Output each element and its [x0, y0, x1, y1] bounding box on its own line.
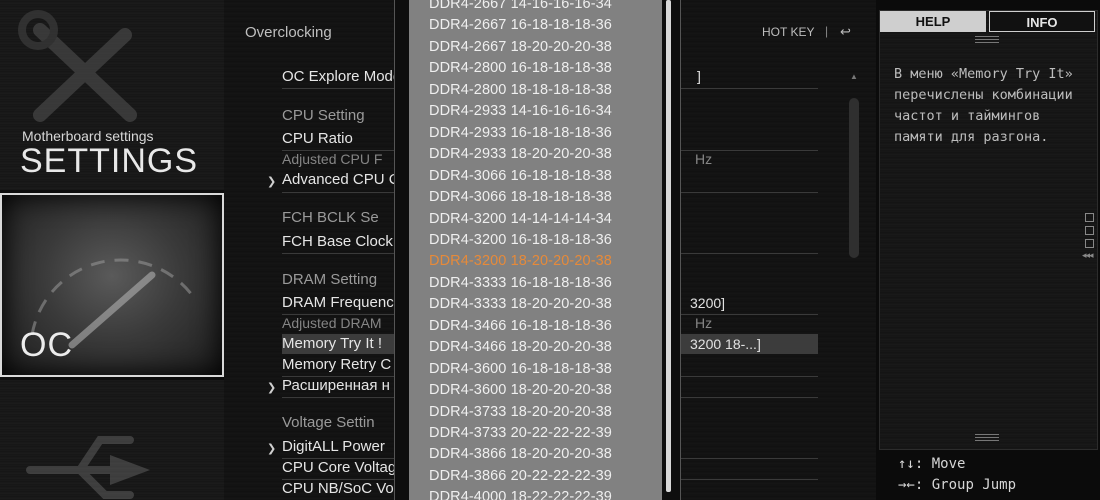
- dropdown-item[interactable]: DDR4-3066 18-18-18-18-38: [429, 189, 612, 205]
- dropdown-item[interactable]: DDR4-2933 18-20-20-20-38: [429, 146, 612, 162]
- mflash-tile[interactable]: [0, 380, 224, 500]
- dropdown-item[interactable]: DDR4-2933 16-18-18-18-36: [429, 125, 612, 141]
- tab-help[interactable]: HELP: [880, 11, 986, 32]
- dropdown-item[interactable]: DDR4-2800 18-18-18-18-38: [429, 82, 612, 98]
- dropdown-scrollbar[interactable]: [666, 0, 671, 492]
- memory-try-it-dropdown[interactable]: DDR4-2667 14-16-16-16-34 DDR4-2667 16-18-…: [394, 0, 681, 500]
- dropdown-item[interactable]: DDR4-3733 18-20-20-20-38: [429, 404, 612, 420]
- adjusted-dram-frequency-label: Adjusted DRAM: [282, 315, 382, 331]
- scroll-up-icon[interactable]: ▲: [850, 72, 858, 81]
- move-key-hint: ↑↓: Move: [898, 456, 965, 472]
- dram-frequency-label[interactable]: DRAM Frequenc: [282, 294, 394, 311]
- group-keys: →←:: [898, 477, 924, 493]
- memory-retry-count-label[interactable]: Memory Retry C: [282, 356, 391, 373]
- cpu-core-voltage-label[interactable]: CPU Core Voltag: [282, 459, 396, 476]
- submenu-arrow-icon: ❯: [267, 443, 277, 455]
- panel-handle-icon[interactable]: [975, 36, 999, 45]
- hotkey-button[interactable]: HOT KEY: [762, 25, 814, 39]
- digitall-power-label[interactable]: DigitALL Power: [282, 438, 385, 455]
- dropdown-item[interactable]: DDR4-3733 20-22-22-22-39: [429, 425, 612, 441]
- oc-title: OC: [20, 326, 73, 364]
- dram-frequency-value[interactable]: 3200]: [690, 295, 725, 311]
- dropdown-item-selected[interactable]: DDR4-3200 18-20-20-20-38: [429, 253, 612, 269]
- dropdown-item[interactable]: DDR4-2933 14-16-16-16-34: [429, 103, 612, 119]
- group-label: Group Jump: [931, 477, 1017, 493]
- fch-base-clock-label[interactable]: FCH Base Clock: [282, 233, 393, 250]
- cpu-setting-header: CPU Setting: [282, 107, 365, 124]
- memory-try-it-label[interactable]: Memory Try It !: [282, 335, 382, 352]
- tools-icon: [18, 10, 137, 122]
- dropdown-item[interactable]: DDR4-3333 18-20-20-20-38: [429, 296, 612, 312]
- dropdown-item[interactable]: DDR4-3866 20-22-22-22-39: [429, 468, 612, 484]
- dropdown-item[interactable]: DDR4-3200 16-18-18-18-36: [429, 232, 612, 248]
- left-category-panel: Motherboard settings SETTINGS OC: [0, 0, 224, 500]
- dropdown-item[interactable]: DDR4-3333 16-18-18-18-36: [429, 275, 612, 291]
- panel-button-icon[interactable]: [1085, 239, 1094, 248]
- cpu-nb-soc-voltage-label[interactable]: CPU NB/SoC Vo: [282, 480, 394, 497]
- adjusted-cpu-frequency-value: Hz: [695, 151, 713, 167]
- dropdown-item[interactable]: DDR4-3466 18-20-20-20-38: [429, 339, 612, 355]
- move-label: Move: [931, 456, 966, 472]
- header-separator: |: [825, 24, 829, 38]
- dropdown-list: DDR4-2667 14-16-16-16-34 DDR4-2667 16-18-…: [409, 0, 662, 500]
- dropdown-item[interactable]: DDR4-2667 14-16-16-16-34: [429, 0, 612, 12]
- adjusted-cpu-frequency-label: Adjusted CPU F: [282, 151, 383, 167]
- dropdown-item[interactable]: DDR4-4000 18-22-22-22-39: [429, 489, 612, 500]
- group-jump-key-hint: →←: Group Jump: [898, 477, 1016, 493]
- memory-try-it-value[interactable]: 3200 18-...]: [690, 336, 761, 352]
- submenu-arrow-icon: ❯: [267, 176, 277, 188]
- dram-setting-header: DRAM Setting: [282, 271, 378, 288]
- dropdown-item[interactable]: DDR4-3200 14-14-14-14-34: [429, 211, 612, 227]
- dropdown-item[interactable]: DDR4-3866 18-20-20-20-38: [429, 446, 612, 462]
- oc-explore-mode-value[interactable]: ]: [697, 68, 701, 84]
- dropdown-item[interactable]: DDR4-3600 18-20-20-20-38: [429, 382, 612, 398]
- advanced-cpu-configuration[interactable]: Advanced CPU C: [282, 171, 400, 188]
- settings-title: SETTINGS: [20, 142, 199, 180]
- tab-info[interactable]: INFO: [989, 11, 1095, 32]
- collapse-arrows-icon[interactable]: ◂◂◂: [1082, 250, 1094, 261]
- dropdown-item[interactable]: DDR4-3466 16-18-18-18-36: [429, 318, 612, 334]
- submenu-arrow-icon: ❯: [267, 382, 277, 394]
- panel-button-icon[interactable]: [1085, 213, 1094, 222]
- list-scrollbar[interactable]: [849, 98, 859, 258]
- dropdown-item[interactable]: DDR4-2667 16-18-18-18-36: [429, 17, 612, 33]
- back-arrow-icon[interactable]: ↩: [840, 24, 851, 40]
- adjusted-dram-frequency-value: Hz: [695, 315, 713, 331]
- breadcrumb: Overclocking: [245, 24, 332, 41]
- oc-explore-mode-label[interactable]: OC Explore Mode: [282, 68, 401, 85]
- dropdown-item[interactable]: DDR4-3600 16-18-18-18-38: [429, 361, 612, 377]
- voltage-setting-header: Voltage Settin: [282, 414, 375, 431]
- advanced-dram-configuration[interactable]: Расширенная н: [282, 377, 390, 394]
- dropdown-item[interactable]: DDR4-2800 16-18-18-18-38: [429, 60, 612, 76]
- settings-tile[interactable]: Motherboard settings SETTINGS: [0, 0, 224, 190]
- usb-icon: [26, 436, 150, 499]
- dropdown-item[interactable]: DDR4-2667 18-20-20-20-38: [429, 39, 612, 55]
- help-text: В меню «Memory Try It» перечислены комби…: [894, 66, 1073, 145]
- fch-bclk-header: FCH BCLK Se: [282, 209, 379, 226]
- move-keys: ↑↓:: [898, 456, 924, 472]
- panel-handle-icon[interactable]: [975, 434, 999, 443]
- cpu-ratio-label[interactable]: CPU Ratio: [282, 130, 353, 147]
- dropdown-item[interactable]: DDR4-3066 16-18-18-18-38: [429, 168, 612, 184]
- panel-button-icon[interactable]: [1085, 226, 1094, 235]
